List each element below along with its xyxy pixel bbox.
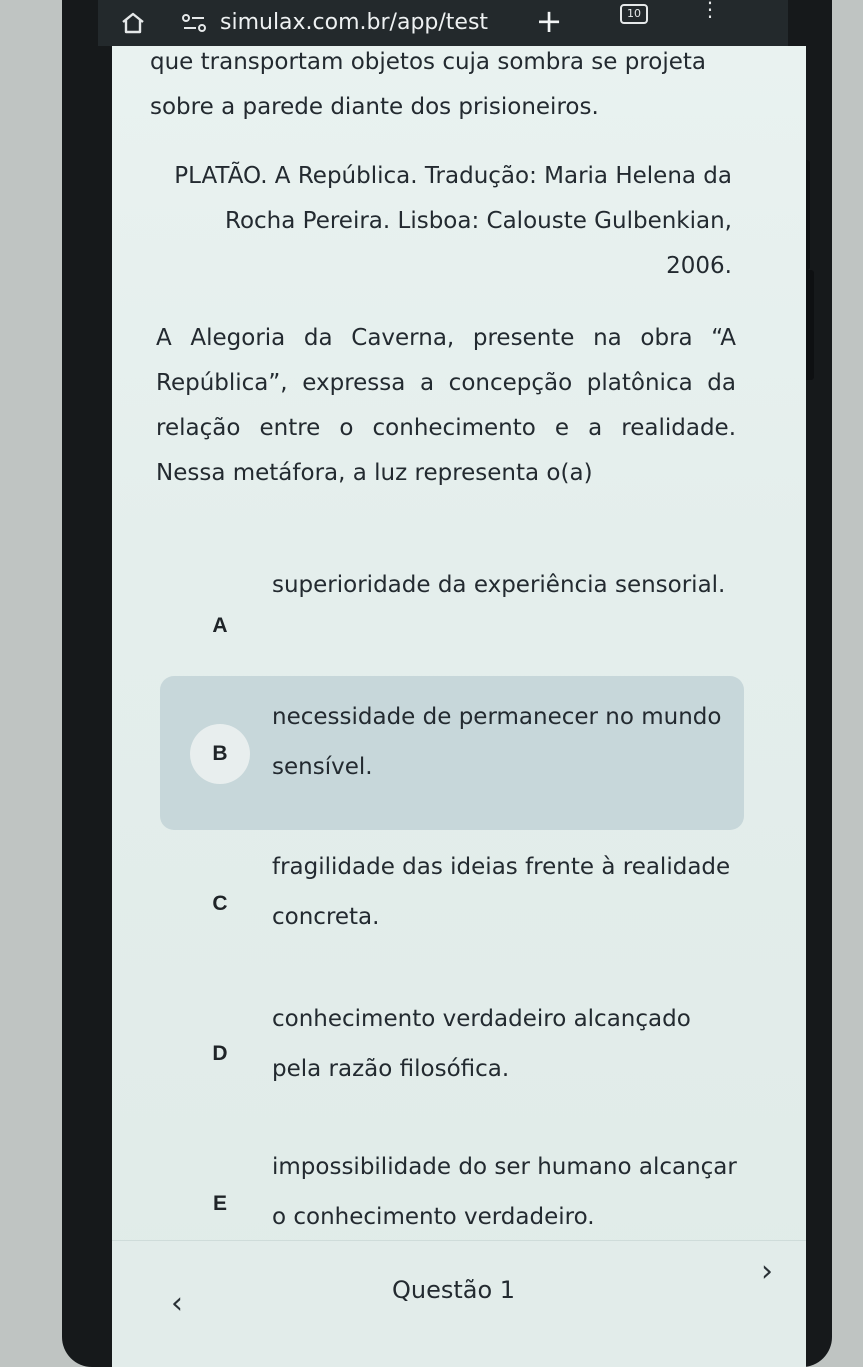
option-text: conhecimento verdadeiro alcançado pela r… [272,1006,691,1082]
home-button[interactable] [120,10,146,36]
question-prompt: A Alegoria da Caverna, presente na obra … [156,325,736,486]
option-letter: B [190,724,250,784]
site-settings-icon[interactable] [182,14,206,32]
option-text: fragilidade das ideias frente à realidad… [272,854,731,930]
option-e[interactable]: E impossibilidade do ser humano alcançar… [160,1108,744,1262]
option-c[interactable]: C fragilidade das ideias frente à realid… [160,826,744,980]
question-navigation: ‹ Questão 1 › [112,1240,806,1367]
browser-menu-button[interactable]: ⋮ [700,0,720,34]
chevron-left-icon: ‹ [171,1286,183,1321]
option-letter: D [212,1042,228,1065]
tab-switcher-button[interactable]: 10 [620,4,648,24]
passage-continuation: que transportam objetos cuja sombra se p… [150,49,706,120]
chevron-right-icon: › [761,1254,773,1289]
option-letter: C [212,892,228,915]
browser-toolbar: simulax.com.br/app/test + 10 ⋮ [98,0,788,46]
previous-question-button[interactable]: ‹ [162,1289,192,1319]
new-tab-button[interactable]: + [534,5,564,38]
home-icon [122,12,144,34]
option-d[interactable]: D conhecimento verdadeiro alcançado pela… [160,964,744,1118]
option-letter: E [212,1192,227,1215]
option-text: impossibilidade do ser humano alcançar o… [272,1154,737,1230]
question-number: Questão 1 [392,1276,516,1304]
next-question-button[interactable]: › [752,1257,782,1287]
option-letter: A [212,614,228,637]
option-text: superioridade da experiência sensorial. [272,572,726,598]
question-page: que transportam objetos cuja sombra se p… [112,46,806,1367]
passage-citation: PLATÃO. A República. Tradução: Maria Hel… [174,163,732,279]
url-bar[interactable]: simulax.com.br/app/test [220,10,520,36]
option-text: necessidade de permanecer no mundo sensí… [272,704,722,780]
option-b[interactable]: B necessidade de permanecer no mundo sen… [160,676,744,830]
